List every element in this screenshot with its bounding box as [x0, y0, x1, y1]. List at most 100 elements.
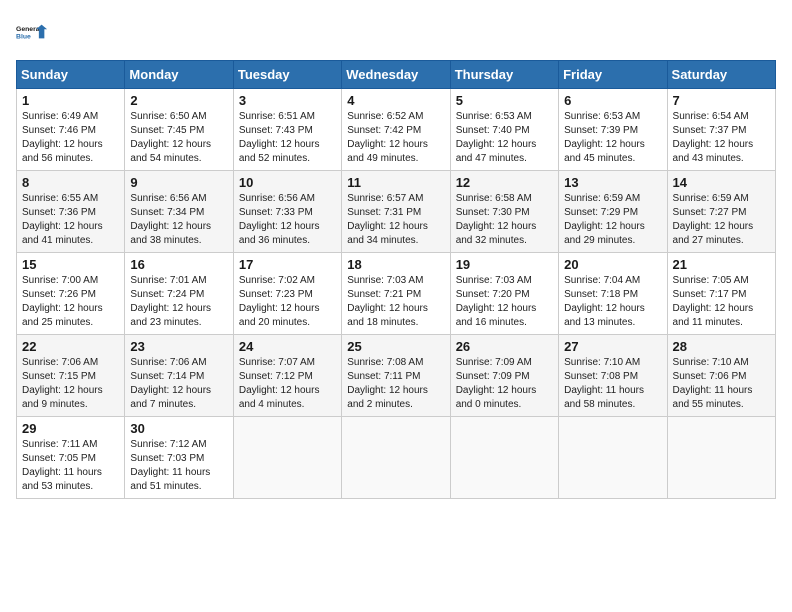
calendar-cell: 20Sunrise: 7:04 AM Sunset: 7:18 PM Dayli…	[559, 253, 667, 335]
day-number: 17	[239, 257, 336, 272]
day-number: 15	[22, 257, 119, 272]
day-number: 4	[347, 93, 444, 108]
day-info: Sunrise: 7:08 AM Sunset: 7:11 PM Dayligh…	[347, 356, 444, 412]
page-header: GeneralBlue	[16, 16, 776, 48]
day-number: 22	[22, 339, 119, 354]
day-info: Sunrise: 7:06 AM Sunset: 7:15 PM Dayligh…	[22, 356, 119, 412]
calendar-cell	[233, 417, 341, 499]
calendar-cell: 15 Sunrise: 7:00 AM Sunset: 7:26 PM Dayli…	[17, 253, 125, 335]
calendar-cell: 19Sunrise: 7:03 AM Sunset: 7:20 PM Dayli…	[450, 253, 558, 335]
day-info: Sunrise: 6:58 AM Sunset: 7:30 PM Dayligh…	[456, 192, 553, 248]
calendar-body: 1Sunrise: 6:49 AM Sunset: 7:46 PM Daylig…	[17, 89, 776, 499]
calendar-cell	[450, 417, 558, 499]
day-info: Sunrise: 6:56 AM Sunset: 7:34 PM Dayligh…	[130, 192, 227, 248]
calendar-cell: 9 Sunrise: 6:56 AM Sunset: 7:34 PM Daylig…	[125, 171, 233, 253]
svg-text:General: General	[16, 26, 42, 33]
day-info: Sunrise: 7:01 AM Sunset: 7:24 PM Dayligh…	[130, 274, 227, 330]
calendar-cell: 21Sunrise: 7:05 AM Sunset: 7:17 PM Dayli…	[667, 253, 775, 335]
logo: GeneralBlue	[16, 16, 48, 48]
day-info: Sunrise: 7:00 AM Sunset: 7:26 PM Dayligh…	[22, 274, 119, 330]
day-number: 6	[564, 93, 661, 108]
day-number: 27	[564, 339, 661, 354]
day-number: 23	[130, 339, 227, 354]
calendar-cell: 10 Sunrise: 6:56 AM Sunset: 7:33 PM Dayli…	[233, 171, 341, 253]
calendar-day-header: Friday	[559, 61, 667, 89]
day-info: Sunrise: 6:54 AM Sunset: 7:37 PM Dayligh…	[673, 110, 770, 166]
calendar-cell: 24 Sunrise: 7:07 AM Sunset: 7:12 PM Dayli…	[233, 335, 341, 417]
calendar-cell: 25 Sunrise: 7:08 AM Sunset: 7:11 PM Dayli…	[342, 335, 450, 417]
day-number: 5	[456, 93, 553, 108]
day-number: 25	[347, 339, 444, 354]
calendar-header: SundayMondayTuesdayWednesdayThursdayFrid…	[17, 61, 776, 89]
day-info: Sunrise: 7:11 AM Sunset: 7:05 PM Dayligh…	[22, 438, 119, 494]
calendar-cell: 29 Sunrise: 7:11 AM Sunset: 7:05 PM Dayli…	[17, 417, 125, 499]
calendar-day-header: Monday	[125, 61, 233, 89]
calendar-cell: 5 Sunrise: 6:53 AM Sunset: 7:40 PM Daylig…	[450, 89, 558, 171]
day-number: 30	[130, 421, 227, 436]
calendar-cell: 16 Sunrise: 7:01 AM Sunset: 7:24 PM Dayli…	[125, 253, 233, 335]
day-number: 29	[22, 421, 119, 436]
day-number: 13	[564, 175, 661, 190]
calendar-cell: 27 Sunrise: 7:10 AM Sunset: 7:08 PM Dayli…	[559, 335, 667, 417]
calendar-day-header: Tuesday	[233, 61, 341, 89]
day-number: 12	[456, 175, 553, 190]
calendar-cell: 23Sunrise: 7:06 AM Sunset: 7:14 PM Dayli…	[125, 335, 233, 417]
day-info: Sunrise: 6:57 AM Sunset: 7:31 PM Dayligh…	[347, 192, 444, 248]
calendar-cell	[559, 417, 667, 499]
calendar-cell: 7 Sunrise: 6:54 AM Sunset: 7:37 PM Daylig…	[667, 89, 775, 171]
day-number: 1	[22, 93, 119, 108]
calendar-cell: 22 Sunrise: 7:06 AM Sunset: 7:15 PM Dayli…	[17, 335, 125, 417]
calendar-cell: 14 Sunrise: 6:59 AM Sunset: 7:27 PM Dayli…	[667, 171, 775, 253]
day-info: Sunrise: 7:02 AM Sunset: 7:23 PM Dayligh…	[239, 274, 336, 330]
day-number: 16	[130, 257, 227, 272]
calendar-cell: 13 Sunrise: 6:59 AM Sunset: 7:29 PM Dayli…	[559, 171, 667, 253]
day-number: 2	[130, 93, 227, 108]
day-info: Sunrise: 6:51 AM Sunset: 7:43 PM Dayligh…	[239, 110, 336, 166]
calendar-week-row: 29 Sunrise: 7:11 AM Sunset: 7:05 PM Dayli…	[17, 417, 776, 499]
day-number: 10	[239, 175, 336, 190]
day-number: 7	[673, 93, 770, 108]
calendar-cell: 2 Sunrise: 6:50 AM Sunset: 7:45 PM Daylig…	[125, 89, 233, 171]
calendar-table: SundayMondayTuesdayWednesdayThursdayFrid…	[16, 60, 776, 499]
calendar-day-header: Wednesday	[342, 61, 450, 89]
day-info: Sunrise: 6:52 AM Sunset: 7:42 PM Dayligh…	[347, 110, 444, 166]
day-info: Sunrise: 7:03 AM Sunset: 7:20 PM Dayligh…	[456, 274, 553, 330]
calendar-cell: 26 Sunrise: 7:09 AM Sunset: 7:09 PM Dayli…	[450, 335, 558, 417]
day-number: 24	[239, 339, 336, 354]
calendar-cell: 18 Sunrise: 7:03 AM Sunset: 7:21 PM Dayli…	[342, 253, 450, 335]
day-info: Sunrise: 6:50 AM Sunset: 7:45 PM Dayligh…	[130, 110, 227, 166]
day-info: Sunrise: 6:53 AM Sunset: 7:39 PM Dayligh…	[564, 110, 661, 166]
day-info: Sunrise: 7:12 AM Sunset: 7:03 PM Dayligh…	[130, 438, 227, 494]
day-info: Sunrise: 7:10 AM Sunset: 7:08 PM Dayligh…	[564, 356, 661, 412]
day-number: 11	[347, 175, 444, 190]
calendar-week-row: 22 Sunrise: 7:06 AM Sunset: 7:15 PM Dayli…	[17, 335, 776, 417]
day-number: 18	[347, 257, 444, 272]
calendar-cell	[667, 417, 775, 499]
day-info: Sunrise: 7:09 AM Sunset: 7:09 PM Dayligh…	[456, 356, 553, 412]
day-number: 9	[130, 175, 227, 190]
calendar-cell: 3Sunrise: 6:51 AM Sunset: 7:43 PM Daylig…	[233, 89, 341, 171]
day-info: Sunrise: 6:53 AM Sunset: 7:40 PM Dayligh…	[456, 110, 553, 166]
day-info: Sunrise: 7:04 AM Sunset: 7:18 PM Dayligh…	[564, 274, 661, 330]
svg-text:Blue: Blue	[16, 33, 31, 40]
day-info: Sunrise: 7:07 AM Sunset: 7:12 PM Dayligh…	[239, 356, 336, 412]
logo-icon: GeneralBlue	[16, 16, 48, 48]
day-info: Sunrise: 7:10 AM Sunset: 7:06 PM Dayligh…	[673, 356, 770, 412]
day-number: 14	[673, 175, 770, 190]
calendar-day-header: Sunday	[17, 61, 125, 89]
calendar-cell: 4 Sunrise: 6:52 AM Sunset: 7:42 PM Daylig…	[342, 89, 450, 171]
day-info: Sunrise: 7:03 AM Sunset: 7:21 PM Dayligh…	[347, 274, 444, 330]
day-number: 21	[673, 257, 770, 272]
calendar-cell: 6 Sunrise: 6:53 AM Sunset: 7:39 PM Daylig…	[559, 89, 667, 171]
calendar-day-header: Thursday	[450, 61, 558, 89]
day-number: 8	[22, 175, 119, 190]
calendar-cell: 11 Sunrise: 6:57 AM Sunset: 7:31 PM Dayli…	[342, 171, 450, 253]
day-info: Sunrise: 6:56 AM Sunset: 7:33 PM Dayligh…	[239, 192, 336, 248]
calendar-cell: 8Sunrise: 6:55 AM Sunset: 7:36 PM Daylig…	[17, 171, 125, 253]
calendar-cell: 30 Sunrise: 7:12 AM Sunset: 7:03 PM Dayli…	[125, 417, 233, 499]
day-info: Sunrise: 6:59 AM Sunset: 7:29 PM Dayligh…	[564, 192, 661, 248]
day-number: 26	[456, 339, 553, 354]
calendar-week-row: 15 Sunrise: 7:00 AM Sunset: 7:26 PM Dayli…	[17, 253, 776, 335]
day-info: Sunrise: 6:59 AM Sunset: 7:27 PM Dayligh…	[673, 192, 770, 248]
calendar-cell: 12 Sunrise: 6:58 AM Sunset: 7:30 PM Dayli…	[450, 171, 558, 253]
